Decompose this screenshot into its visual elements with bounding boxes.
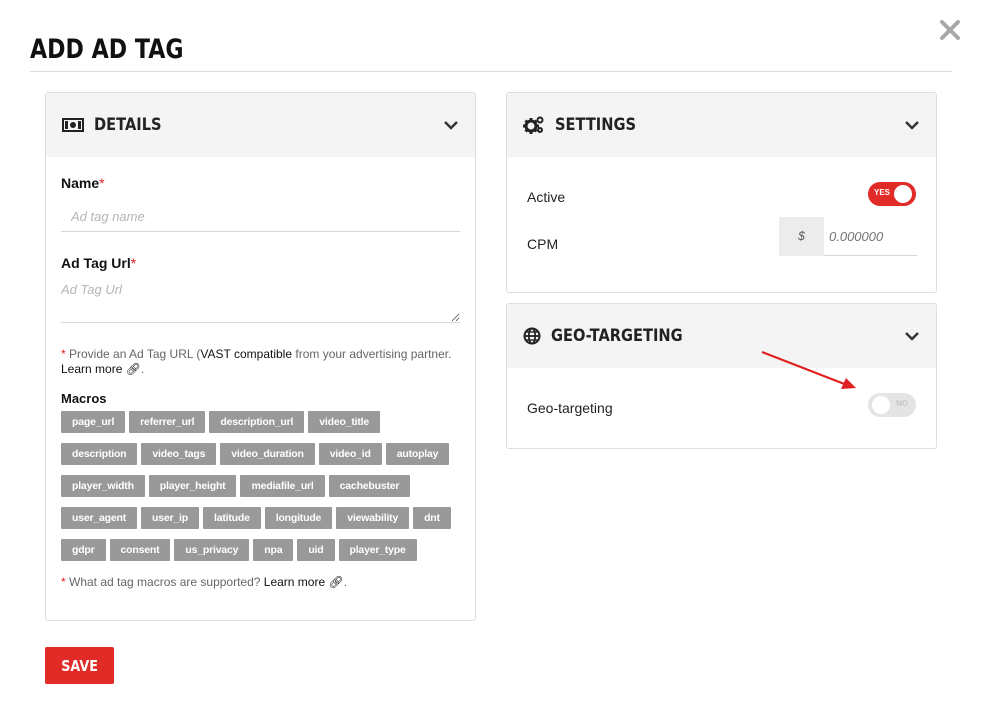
macros-list: page_url referrer_url description_url vi… xyxy=(61,411,461,571)
macro-chip[interactable]: viewability xyxy=(336,507,410,529)
geo-targeting-toggle[interactable]: NO xyxy=(868,393,916,417)
annotation-arrow-icon xyxy=(761,350,856,389)
name-input[interactable] xyxy=(61,201,460,232)
macro-chip[interactable]: consent xyxy=(109,539,171,561)
globe-icon xyxy=(523,327,541,345)
macro-chip[interactable]: player_type xyxy=(338,539,417,561)
cpm-label: CPM xyxy=(527,236,559,252)
modal-title: ADD AD TAG xyxy=(30,34,184,65)
macro-chip[interactable]: referrer_url xyxy=(129,411,206,433)
macro-chip[interactable]: uid xyxy=(297,539,335,561)
macro-chip[interactable]: video_duration xyxy=(220,443,315,465)
details-title: DETAILS xyxy=(94,115,162,135)
details-header[interactable]: DETAILS xyxy=(46,93,475,157)
geo-targeting-panel: GEO-TARGETING Geo-targeting NO xyxy=(506,303,937,449)
money-icon xyxy=(62,118,84,132)
macro-chip[interactable]: cachebuster xyxy=(328,475,411,497)
macro-chip[interactable]: autoplay xyxy=(385,443,450,465)
macro-chip[interactable]: mediafile_url xyxy=(240,475,325,497)
geo-targeting-label: Geo-targeting xyxy=(527,400,613,416)
ad-tag-url-input[interactable] xyxy=(61,282,460,323)
link-icon: 🔗︎ xyxy=(125,362,141,376)
macro-chip[interactable]: user_agent xyxy=(61,507,138,529)
geo-targeting-title: GEO-TARGETING xyxy=(551,326,683,346)
macro-chip[interactable]: page_url xyxy=(61,411,126,433)
macro-chip[interactable]: video_tags xyxy=(141,443,217,465)
link-icon: 🔗︎ xyxy=(328,575,344,589)
toggle-knob xyxy=(894,185,912,203)
macro-chip[interactable]: video_title xyxy=(308,411,380,433)
save-button[interactable]: SAVE xyxy=(45,647,114,684)
name-label: Name* xyxy=(61,175,105,191)
macro-chip[interactable]: npa xyxy=(253,539,294,561)
geo-targeting-header[interactable]: GEO-TARGETING xyxy=(507,304,936,368)
toggle-knob xyxy=(872,396,890,414)
macro-chip[interactable]: video_id xyxy=(318,443,382,465)
settings-panel: SETTINGS Active YES CPM $ xyxy=(506,92,937,293)
chevron-down-icon[interactable] xyxy=(904,118,920,130)
title-divider xyxy=(30,71,952,72)
currency-addon: $ xyxy=(779,217,824,256)
macros-note: * What ad tag macros are supported? Lear… xyxy=(61,575,348,589)
gears-icon xyxy=(523,115,545,135)
settings-title: SETTINGS xyxy=(555,115,637,135)
macro-chip[interactable]: player_height xyxy=(148,475,237,497)
close-icon[interactable] xyxy=(938,18,962,42)
learn-more-link[interactable]: Learn more 🔗︎ xyxy=(61,362,141,376)
settings-header[interactable]: SETTINGS xyxy=(507,93,936,157)
macro-chip[interactable]: description_url xyxy=(209,411,305,433)
chevron-down-icon[interactable] xyxy=(904,329,920,341)
active-label: Active xyxy=(527,189,566,205)
macro-chip[interactable]: description xyxy=(61,443,138,465)
ad-tag-url-note: * Provide an Ad Tag URL (VAST compatible… xyxy=(61,347,452,376)
macro-chip[interactable]: longitude xyxy=(264,507,333,529)
macro-chip[interactable]: user_ip xyxy=(141,507,199,529)
active-toggle[interactable]: YES xyxy=(868,182,916,206)
macros-title: Macros xyxy=(61,391,107,406)
ad-tag-url-label: Ad Tag Url* xyxy=(61,255,137,271)
chevron-down-icon[interactable] xyxy=(443,118,459,130)
details-panel: DETAILS Name* Ad Tag Url* * Provide an A… xyxy=(45,92,476,621)
cpm-input[interactable] xyxy=(829,217,917,256)
macro-chip[interactable]: dnt xyxy=(413,507,451,529)
cpm-field: $ xyxy=(779,217,917,256)
macro-chip[interactable]: player_width xyxy=(61,475,145,497)
macro-chip[interactable]: us_privacy xyxy=(174,539,250,561)
macros-learn-more-link[interactable]: Learn more 🔗︎ xyxy=(264,575,344,589)
macro-chip[interactable]: latitude xyxy=(202,507,261,529)
macro-chip[interactable]: gdpr xyxy=(61,539,106,561)
